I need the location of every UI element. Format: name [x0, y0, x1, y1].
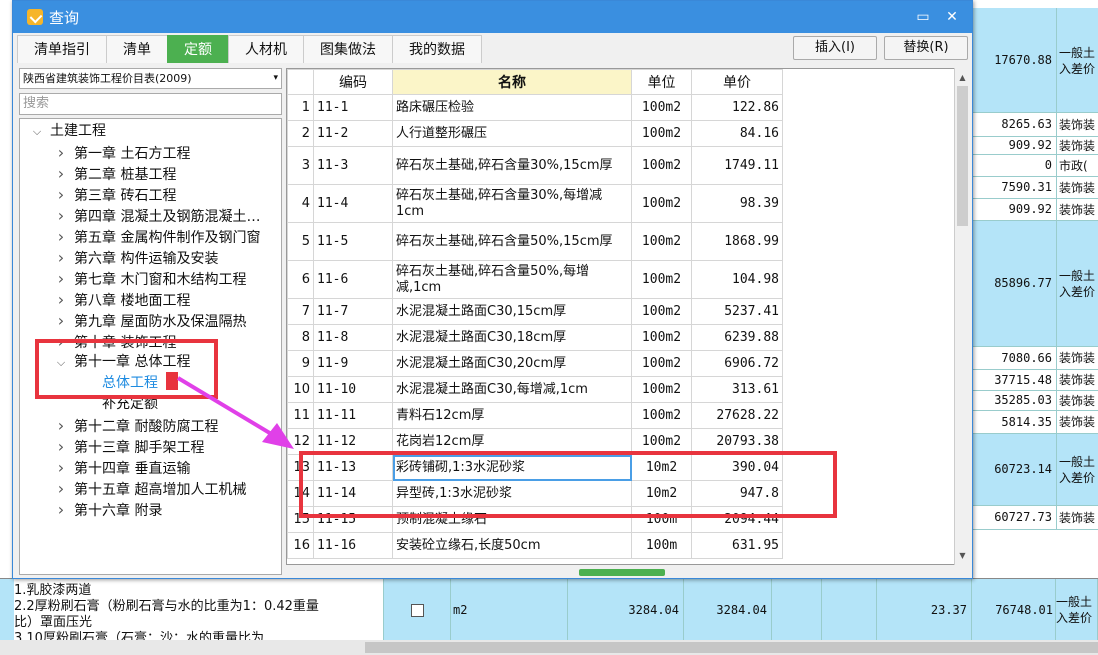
arrow-line: [176, 376, 280, 440]
annotation-arrow: [176, 376, 294, 449]
arrow-head: [262, 423, 294, 449]
